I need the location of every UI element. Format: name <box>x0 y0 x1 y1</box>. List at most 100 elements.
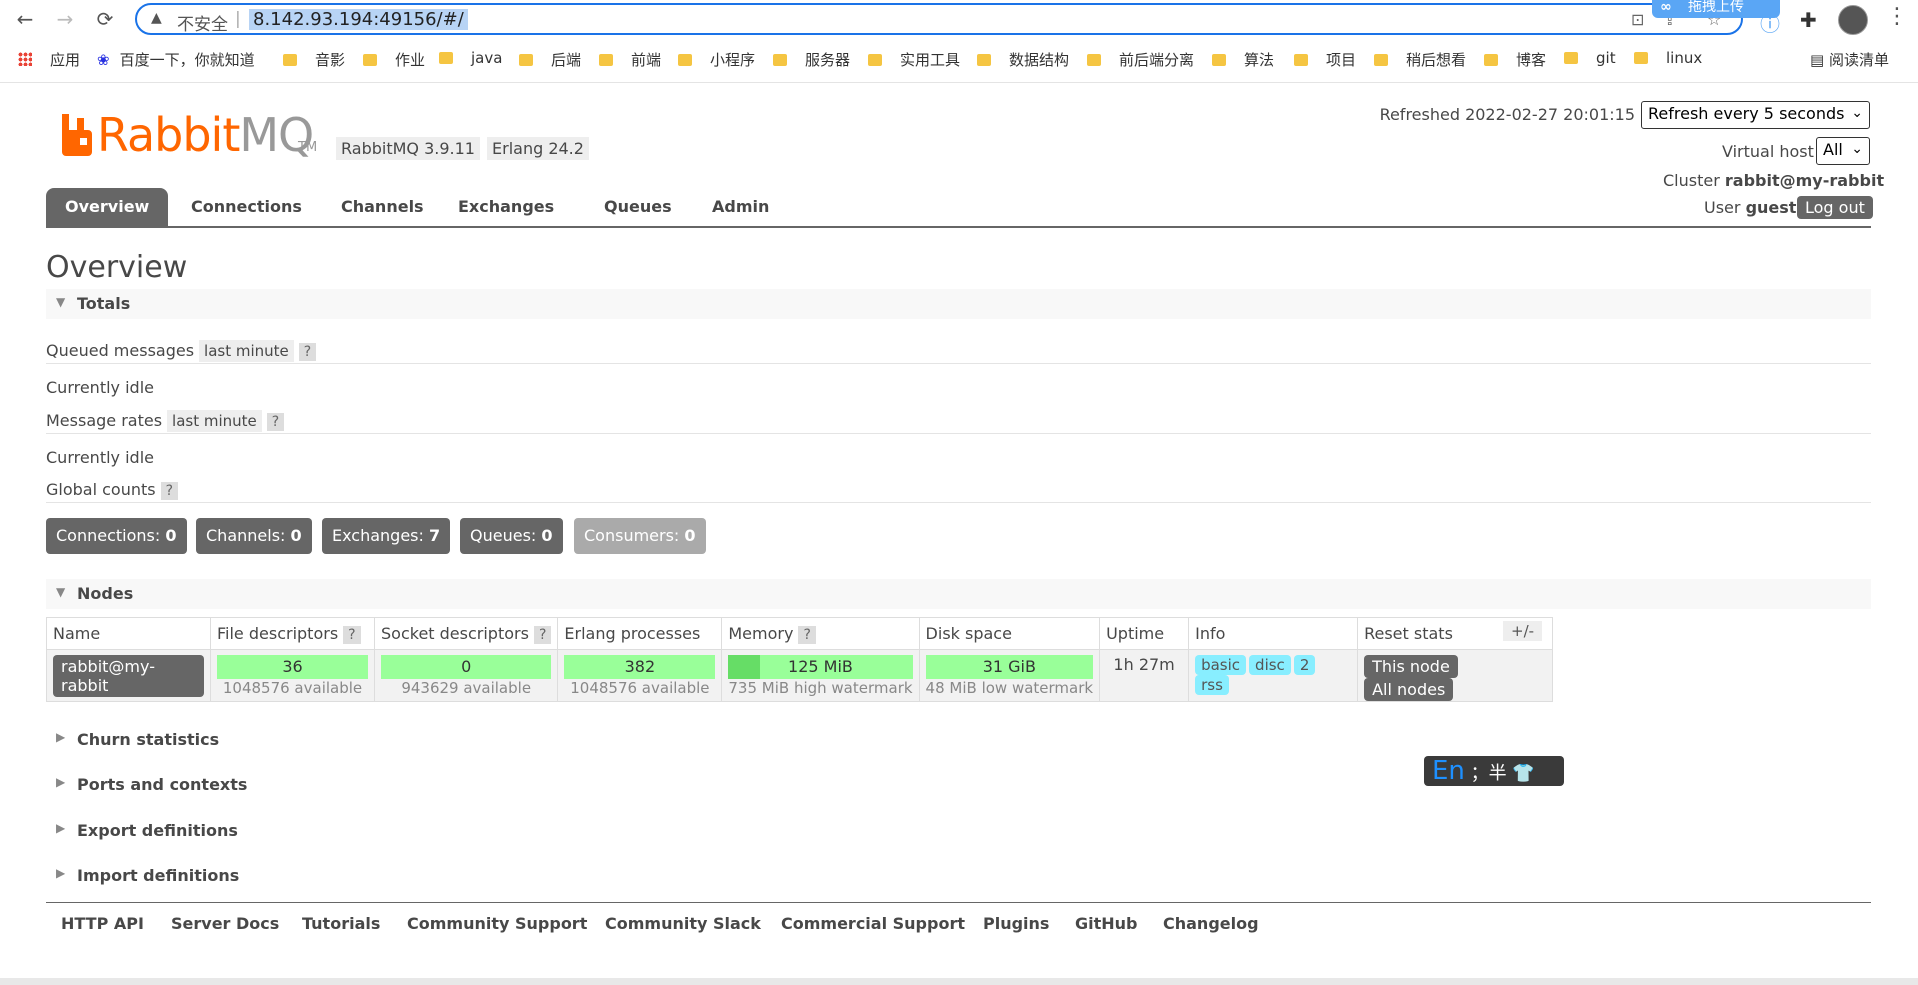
columns-toggle-button[interactable]: +/- <box>1503 621 1543 641</box>
help-button[interactable]: ? <box>533 625 552 644</box>
menu-dots-icon[interactable]: ⋮ <box>1886 4 1908 29</box>
profile-avatar[interactable] <box>1838 5 1868 35</box>
tab-admin[interactable]: Admin <box>693 188 788 226</box>
bookmark-folder[interactable]: 前端 <box>599 49 661 70</box>
tab-overview[interactable]: Overview <box>46 188 169 226</box>
cluster-name: rabbit@my-rabbit <box>1724 171 1885 190</box>
vhost-select[interactable]: All ⌄ <box>1816 137 1870 165</box>
info-tag-count[interactable]: 2 <box>1293 655 1316 675</box>
rabbitmq-wordmark[interactable]: RabbitMQ <box>97 108 314 162</box>
tab-exchanges[interactable]: Exchanges <box>439 188 573 226</box>
divider <box>46 363 1871 364</box>
footer-link-community-support[interactable]: Community Support <box>407 914 587 933</box>
bookmark-folder[interactable]: git <box>1564 49 1616 67</box>
folder-icon <box>868 54 882 66</box>
footer-link-http-api[interactable]: HTTP API <box>61 914 144 933</box>
ime-status-bar[interactable]: En ；半 👕 <box>1424 756 1564 786</box>
info-tag-disc[interactable]: disc <box>1249 655 1291 675</box>
reload-icon[interactable]: ⟳ <box>92 6 118 32</box>
user-name: guest <box>1745 198 1797 217</box>
logo-tm: TM <box>298 140 318 155</box>
insecure-label: 不安全 <box>177 15 228 35</box>
nodes-table: Name File descriptors? Socket descriptor… <box>46 617 1554 702</box>
nodes-section-toggle[interactable]: ▼ Nodes <box>46 579 1871 609</box>
queues-count-button[interactable]: Queues: 0 <box>460 518 563 554</box>
footer-link-tutorials[interactable]: Tutorials <box>302 914 380 933</box>
erlang-processes-bar: 382 <box>564 655 716 679</box>
bookmark-folder[interactable]: 数据结构 <box>977 49 1069 70</box>
socket-descriptors-available: 943629 available <box>401 679 532 697</box>
footer-link-server-docs[interactable]: Server Docs <box>171 914 279 933</box>
bookmark-folder[interactable]: 音影 <box>283 49 345 70</box>
erlang-processes-available: 1048576 available <box>570 679 710 697</box>
global-counts-row: Global counts? <box>46 480 179 500</box>
reading-list[interactable]: ▤ 阅读清单 <box>1810 49 1889 70</box>
footer-link-github[interactable]: GitHub <box>1075 914 1138 933</box>
help-button[interactable]: ? <box>298 343 317 361</box>
address-bar[interactable]: ▲ 不安全 | 8.142.93.194:49156/#/ ⊡ ⇪ ☆ <box>135 3 1743 35</box>
help-button[interactable]: ? <box>798 625 816 644</box>
bookmark-folder[interactable]: 实用工具 <box>868 49 960 70</box>
memory-bar: 125 MiB <box>728 655 913 679</box>
back-icon[interactable]: ← <box>12 6 38 32</box>
totals-title: Totals <box>77 294 131 313</box>
footer-link-changelog[interactable]: Changelog <box>1163 914 1259 933</box>
footer-link-plugins[interactable]: Plugins <box>983 914 1049 933</box>
table-row: rabbit@my-rabbit 36 1048576 available 0 94… <box>46 649 1554 702</box>
global-counts-label: Global counts <box>46 480 156 499</box>
folder-icon <box>1294 54 1308 66</box>
help-button[interactable]: ? <box>343 625 361 644</box>
bookmark-folder[interactable]: java <box>439 49 502 67</box>
tab-connections[interactable]: Connections <box>172 188 321 226</box>
logout-button[interactable]: Log out <box>1797 196 1873 219</box>
tab-channels[interactable]: Channels <box>322 188 443 226</box>
bookmark-folder[interactable]: 前后端分离 <box>1087 49 1194 70</box>
connections-count-button[interactable]: Connections: 0 <box>46 518 187 554</box>
footer-divider <box>46 902 1871 903</box>
bookmark-folder[interactable]: 小程序 <box>678 49 755 70</box>
bookmark-folder[interactable]: 作业 <box>363 49 425 70</box>
bookmark-folder[interactable]: 算法 <box>1212 49 1274 70</box>
tab-underline <box>46 226 1871 228</box>
folder-icon <box>519 54 533 66</box>
bookmark-folder[interactable]: 后端 <box>519 49 581 70</box>
puzzle-icon[interactable]: ✚ <box>1800 8 1817 32</box>
channels-count-button[interactable]: Channels: 0 <box>196 518 312 554</box>
rates-range-chip[interactable]: last minute <box>167 410 262 432</box>
footer-link-commercial-support[interactable]: Commercial Support <box>781 914 965 933</box>
translate-icon[interactable]: ⊡ <box>1631 10 1644 29</box>
info-tag-rss[interactable]: rss <box>1195 675 1229 695</box>
exchanges-count-button[interactable]: Exchanges: 7 <box>322 518 451 554</box>
extension-info-icon[interactable]: ⓘ <box>1760 8 1780 37</box>
bookmark-folder[interactable]: 博客 <box>1484 49 1546 70</box>
bookmark-apps[interactable]: 应用 <box>18 49 80 70</box>
node-name-link[interactable]: rabbit@my-rabbit <box>53 655 204 697</box>
reset-all-nodes-button[interactable]: All nodes <box>1364 678 1454 701</box>
consumers-count-button[interactable]: Consumers: 0 <box>574 518 706 554</box>
info-tag-basic[interactable]: basic <box>1195 655 1247 675</box>
footer-link-community-slack[interactable]: Community Slack <box>605 914 761 933</box>
help-button[interactable]: ? <box>266 413 285 431</box>
folder-icon <box>1087 54 1101 66</box>
totals-section-toggle[interactable]: ▼ Totals <box>46 289 1871 319</box>
triangle-right-icon: ▶ <box>56 821 66 835</box>
forward-icon[interactable]: → <box>52 6 78 32</box>
chevron-down-icon: ⌄ <box>1851 105 1863 121</box>
socket-descriptors-bar: 0 <box>381 655 552 679</box>
bookmark-baidu[interactable]: ❀ 百度一下，你就知道 <box>97 49 255 70</box>
bookmark-folder[interactable]: linux <box>1634 49 1702 67</box>
bookmark-folder[interactable]: 服务器 <box>773 49 850 70</box>
divider <box>46 502 1871 503</box>
shirt-icon: 👕 <box>1512 763 1535 784</box>
triangle-down-icon: ▼ <box>56 295 66 309</box>
reset-this-node-button[interactable]: This node <box>1364 655 1458 678</box>
url-text[interactable]: 8.142.93.194:49156/#/ <box>249 9 468 30</box>
tab-queues[interactable]: Queues <box>585 188 691 226</box>
bookmark-folder[interactable]: 项目 <box>1294 49 1356 70</box>
queued-range-chip[interactable]: last minute <box>199 340 294 362</box>
file-descriptors-cell: 36 1048576 available <box>210 649 375 702</box>
refresh-interval-select[interactable]: Refresh every 5 seconds ⌄ <box>1641 101 1870 129</box>
bookmark-folder[interactable]: 稍后想看 <box>1374 49 1466 70</box>
message-rates-label: Message rates <box>46 411 163 430</box>
help-button[interactable]: ? <box>160 482 179 500</box>
